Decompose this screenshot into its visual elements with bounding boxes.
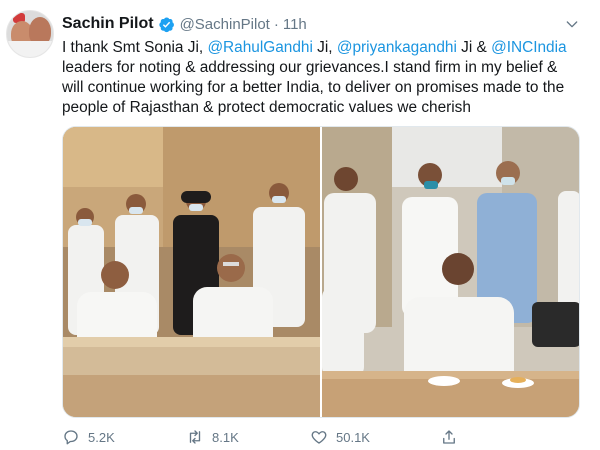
tweet-card[interactable]: Sachin Pilot @SachinPilot · 11h I thank …: [0, 0, 600, 450]
reply-icon: [64, 430, 78, 445]
tweet-text-segment: Ji,: [312, 39, 337, 56]
retweet-button[interactable]: 8.1K: [186, 428, 239, 446]
mention-link[interactable]: @INCIndia: [491, 39, 567, 56]
retweet-count: 8.1K: [212, 429, 239, 445]
mention-link[interactable]: @priyankagandhi: [337, 39, 457, 56]
separator-dot: ·: [273, 15, 279, 33]
photo-meeting-room-right[interactable]: [322, 127, 579, 417]
reply-button[interactable]: 5.2K: [62, 428, 115, 446]
tweet-text-line: people of Rajasthan & protect democratic…: [62, 98, 588, 118]
reply-count: 5.2K: [88, 429, 115, 445]
verified-badge-icon: [158, 17, 174, 32]
mention-link[interactable]: @RahulGandhi: [207, 39, 312, 56]
like-button[interactable]: 50.1K: [310, 428, 370, 446]
tweet-text-line: will continue working for a better India…: [62, 78, 588, 98]
tweet-header: Sachin Pilot @SachinPilot · 11h: [62, 14, 307, 34]
heart-icon: [311, 431, 327, 444]
share-button[interactable]: [440, 428, 458, 446]
like-count: 50.1K: [336, 429, 370, 445]
tweet-text-segment: will continue working for a better India…: [62, 79, 565, 96]
timestamp[interactable]: 11h: [283, 16, 307, 33]
tweet-text: I thank Smt Sonia Ji, @RahulGandhi Ji, @…: [62, 38, 588, 118]
retweet-icon: [189, 430, 201, 444]
tweet-text-segment: Ji &: [456, 39, 492, 56]
chevron-down-icon[interactable]: [564, 16, 580, 32]
tweet-text-segment: I thank Smt Sonia Ji,: [62, 39, 208, 56]
tweet-actions: 5.2K 8.1K 50.1K: [62, 428, 482, 448]
tweet-text-line: leaders for noting & addressing our grie…: [62, 58, 588, 78]
share-icon: [443, 430, 455, 444]
tweet-media[interactable]: [62, 126, 580, 418]
tweet-text-segment: leaders for noting & addressing our grie…: [62, 59, 558, 76]
avatar[interactable]: [6, 10, 54, 58]
author-handle[interactable]: @SachinPilot: [180, 16, 270, 33]
tweet-text-segment: people of Rajasthan & protect democratic…: [62, 99, 471, 116]
author-name[interactable]: Sachin Pilot: [62, 15, 154, 33]
photo-meeting-room-left[interactable]: [63, 127, 320, 417]
tweet-text-line: I thank Smt Sonia Ji, @RahulGandhi Ji, @…: [62, 38, 588, 58]
